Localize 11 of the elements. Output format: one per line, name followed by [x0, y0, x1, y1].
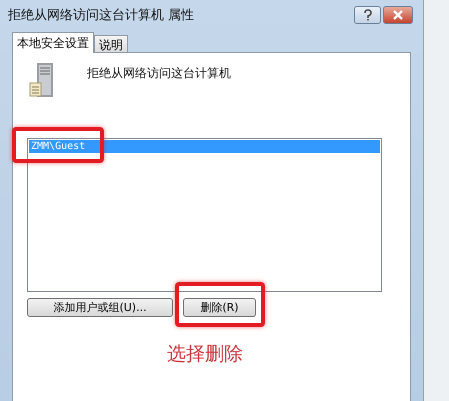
help-button[interactable] — [354, 6, 381, 24]
tab[interactable]: 说明 — [94, 35, 128, 52]
remove-button[interactable]: 删除(R) — [183, 298, 256, 317]
close-button[interactable] — [383, 6, 413, 24]
policy-title: 拒绝从网络访问这台计算机 — [87, 65, 231, 82]
add-button[interactable]: 添加用户或组(U)... — [27, 298, 173, 317]
close-icon — [392, 10, 404, 20]
help-icon — [362, 9, 372, 21]
annotation-text: 选择删除 — [167, 342, 244, 367]
window-title: 拒绝从网络访问这台计算机 属性 — [8, 7, 194, 24]
tab[interactable]: 本地安全设置 — [12, 32, 94, 53]
